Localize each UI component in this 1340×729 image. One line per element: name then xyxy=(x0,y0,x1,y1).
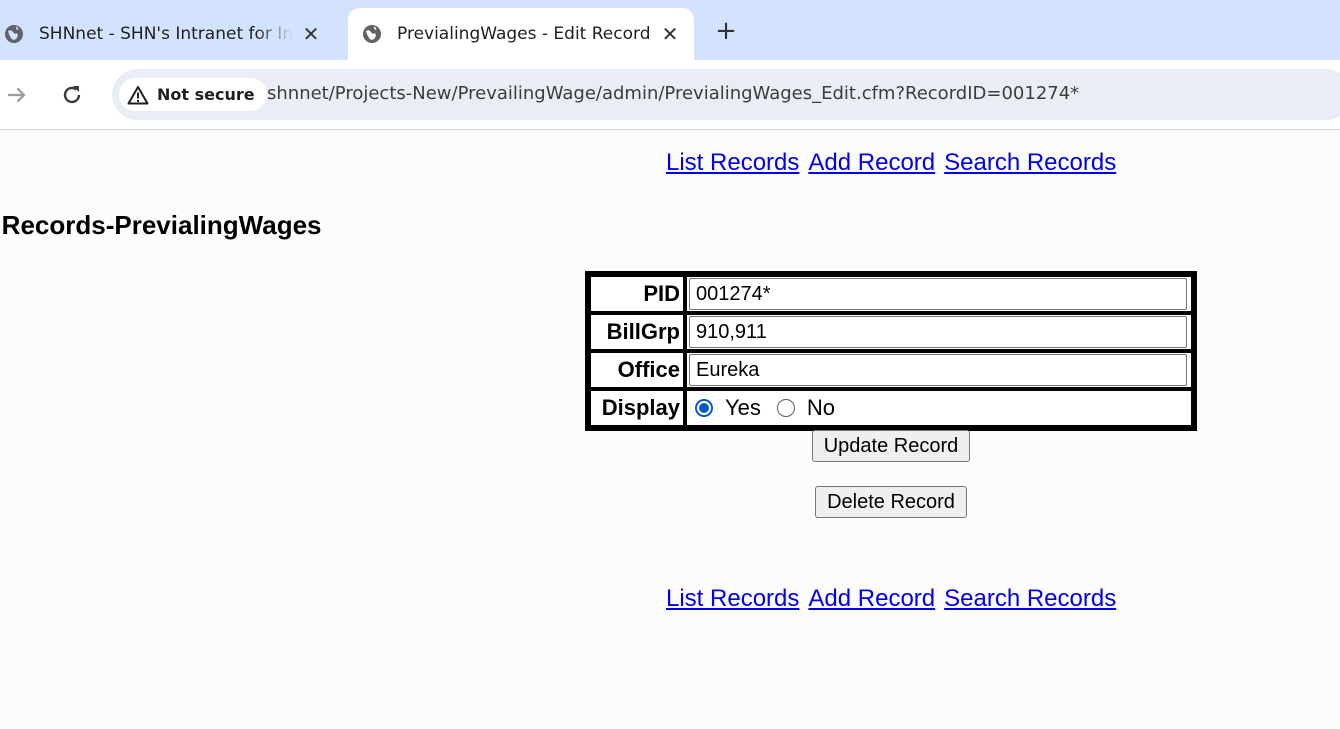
office-input[interactable] xyxy=(689,354,1187,386)
office-row: Office xyxy=(589,351,1193,389)
security-label: Not secure xyxy=(157,85,255,104)
list-records-link[interactable]: List Records xyxy=(666,585,799,612)
globe-icon xyxy=(3,23,25,45)
delete-record-button[interactable]: Delete Record xyxy=(815,486,967,518)
address-bar[interactable]: Not secure shnnet/Projects-New/Prevailin… xyxy=(112,69,1340,120)
billgrp-label: BillGrp xyxy=(589,313,685,351)
browser-toolbar: Not secure shnnet/Projects-New/Prevailin… xyxy=(0,60,1340,130)
display-radio-group: Yes No xyxy=(689,395,1187,421)
add-record-link[interactable]: Add Record xyxy=(808,585,935,612)
close-icon[interactable]: ✕ xyxy=(658,22,682,46)
reload-icon[interactable] xyxy=(58,81,86,109)
display-yes-radio[interactable] xyxy=(695,399,713,417)
billgrp-input[interactable] xyxy=(689,316,1187,348)
new-tab-button[interactable]: + xyxy=(712,16,740,46)
page-title: s Records-PrevialingWages xyxy=(0,210,322,240)
top-nav-links: List Records Add Record Search Records xyxy=(666,149,1125,177)
forward-arrow-icon[interactable] xyxy=(4,82,30,108)
tab-title: PrevialingWages - Edit Record xyxy=(397,24,651,44)
bottom-nav-links: List Records Add Record Search Records xyxy=(666,585,1125,613)
security-indicator[interactable]: Not secure xyxy=(119,78,267,111)
page-content: List Records Add Record Search Records s R… xyxy=(0,131,1340,729)
tab-previalingwages[interactable]: PrevialingWages - Edit Record ✕ xyxy=(348,8,694,60)
billgrp-row: BillGrp xyxy=(589,313,1193,351)
search-records-link[interactable]: Search Records xyxy=(944,585,1116,612)
tab-strip: SHNnet - SHN's Intranet for Info ✕ Previ… xyxy=(0,0,1340,60)
search-records-link[interactable]: Search Records xyxy=(944,149,1116,176)
display-no-radio[interactable] xyxy=(776,399,795,417)
tab-title: SHNnet - SHN's Intranet for Info xyxy=(39,24,293,44)
pid-label: PID xyxy=(589,275,685,313)
pid-row: PID xyxy=(589,275,1193,313)
display-label: Display xyxy=(589,389,685,427)
warning-icon xyxy=(127,85,149,105)
display-yes-label[interactable]: Yes xyxy=(725,395,761,421)
add-record-link[interactable]: Add Record xyxy=(808,149,935,176)
pid-input[interactable] xyxy=(689,278,1187,310)
display-no-label[interactable]: No xyxy=(807,395,835,421)
update-record-button[interactable]: Update Record xyxy=(812,430,970,462)
tab-shnnet[interactable]: SHNnet - SHN's Intranet for Info ✕ xyxy=(0,8,335,60)
edit-record-table: PID BillGrp Office Display Yes No xyxy=(585,271,1197,431)
list-records-link[interactable]: List Records xyxy=(666,149,799,176)
office-label: Office xyxy=(589,351,685,389)
url-text[interactable]: shnnet/Projects-New/PrevailingWage/admin… xyxy=(267,83,1079,104)
close-icon[interactable]: ✕ xyxy=(299,22,323,46)
globe-icon xyxy=(361,23,383,45)
display-row: Display Yes No xyxy=(589,389,1193,427)
